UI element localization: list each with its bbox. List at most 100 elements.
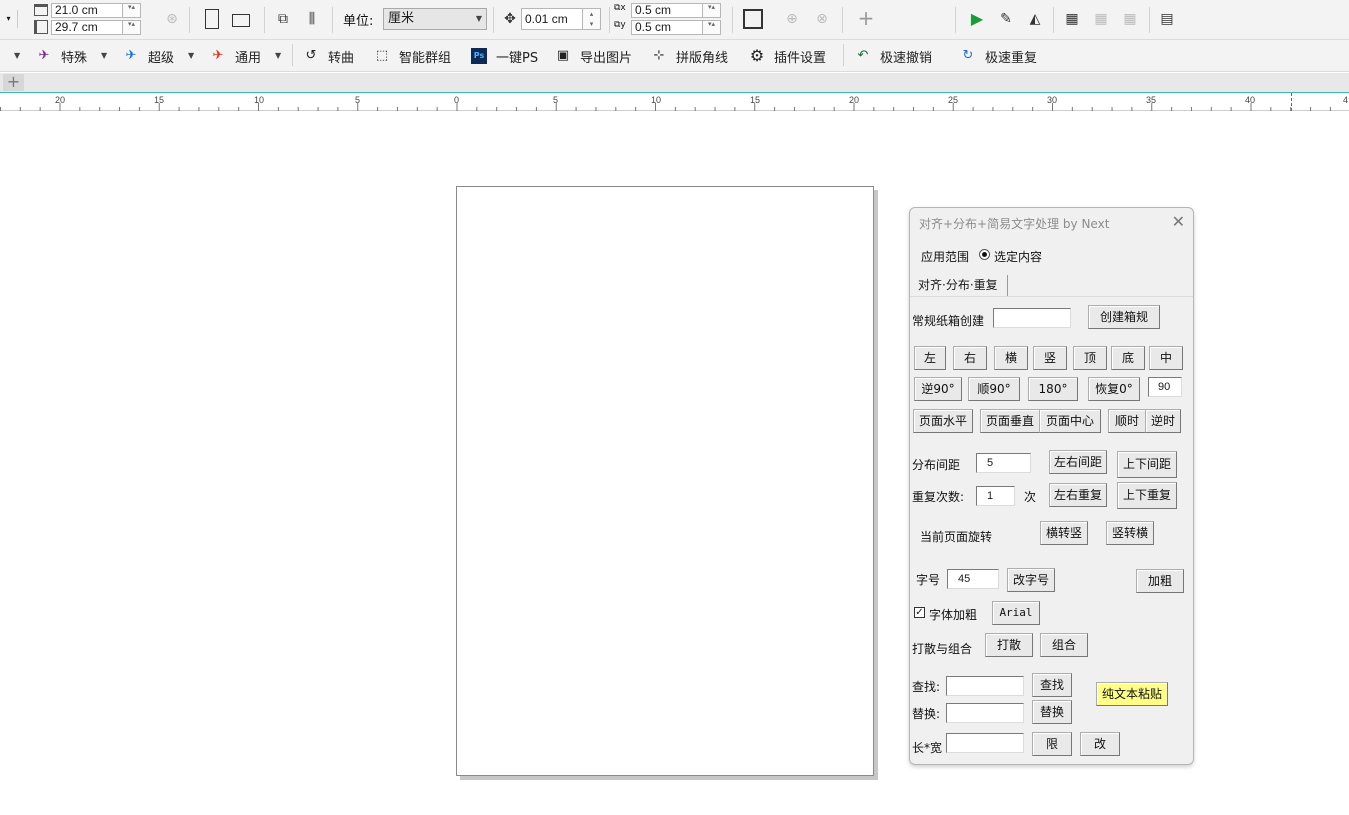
page-horizontal-button[interactable]: 页面水平 — [913, 409, 973, 433]
fast-undo-button[interactable]: ↶ 极速撤销 — [855, 47, 932, 66]
window-icon[interactable]: ▤ — [1158, 10, 1176, 28]
counterclockwise-button[interactable]: 逆时 — [1145, 409, 1181, 433]
rotate-180-button[interactable]: 180° — [1028, 377, 1078, 401]
align-horizontal-button[interactable]: 横 — [994, 346, 1028, 370]
lr-repeat-button[interactable]: 左右重复 — [1049, 483, 1107, 507]
align-bottom-button[interactable]: 底 — [1111, 346, 1145, 370]
page-rotate-label: 当前页面旋转 — [920, 530, 993, 544]
clockwise-button[interactable]: 顺时 — [1108, 409, 1146, 433]
box-spec-input[interactable] — [993, 308, 1071, 328]
units-select[interactable]: 厘米 ▼ — [383, 8, 487, 30]
rotate-reset-button[interactable]: 恢复0° — [1088, 377, 1140, 401]
find-button[interactable]: 查找 — [1032, 673, 1072, 697]
edit-script-icon[interactable]: ✎ — [997, 10, 1015, 28]
super-menu[interactable]: ✈ 超级 — [123, 47, 174, 66]
page-sheet[interactable] — [456, 186, 874, 776]
horizontal-ruler[interactable]: 20 15 10 5 0 5 10 15 20 25 30 35 40 4 — [0, 92, 1349, 111]
fast-redo-button[interactable]: ↻ 极速重复 — [960, 47, 1037, 66]
page-width-stepper[interactable]: ▾▴ — [123, 3, 141, 18]
export-image-button[interactable]: ▣ 导出图片 — [555, 47, 633, 66]
change-size-button[interactable]: 改 — [1080, 732, 1120, 756]
script-manager-icon[interactable]: ◭ — [1026, 10, 1044, 28]
align-top-button[interactable]: 顶 — [1073, 346, 1107, 370]
radio-dot-icon — [982, 252, 987, 257]
export-image-label: 导出图片 — [580, 50, 633, 66]
ud-repeat-button[interactable]: 上下重复 — [1117, 482, 1177, 509]
frame-icon[interactable] — [743, 9, 763, 29]
spacing-input[interactable]: 5 — [976, 453, 1031, 473]
nudge-stepper[interactable]: ▴ ▾ — [583, 8, 601, 30]
align-right-button[interactable]: 右 — [953, 346, 987, 370]
chevron-down-icon[interactable]: ▼ — [101, 51, 107, 60]
replace-label: 替换: — [912, 707, 941, 721]
bold-checkbox[interactable]: ✓ — [914, 607, 925, 618]
convert-to-curves-button[interactable]: ↺ 转曲 — [303, 47, 354, 66]
portrait-to-landscape-button[interactable]: 竖转横 — [1106, 521, 1154, 545]
add-document-icon[interactable]: + — [3, 74, 24, 91]
group-button[interactable]: 组合 — [1040, 633, 1088, 657]
find-label: 查找: — [912, 680, 941, 694]
limit-button[interactable]: 限 — [1032, 732, 1072, 756]
align-center-button[interactable]: 中 — [1149, 346, 1183, 370]
one-click-ps-button[interactable]: Ps 一键PS — [471, 47, 538, 66]
special-menu[interactable]: ✈ 特殊 — [36, 47, 87, 66]
rotate-ccw-90-button[interactable]: 逆90° — [914, 377, 962, 401]
plain-text-paste-button[interactable]: 纯文本粘贴 — [1096, 682, 1168, 706]
bold-button[interactable]: 加粗 — [1136, 569, 1184, 593]
run-icon[interactable]: ▶ — [968, 10, 986, 28]
chevron-down-icon[interactable]: ▼ — [14, 51, 20, 60]
plugin-settings-button[interactable]: ⚙ 插件设置 — [749, 47, 826, 66]
general-menu[interactable]: ✈ 通用 — [210, 47, 261, 66]
nudge-field[interactable]: 0.01 cm — [521, 8, 583, 30]
disabled-tool-2-icon[interactable]: ⊗ — [813, 10, 831, 28]
record-icon[interactable]: ▦ — [1063, 10, 1081, 28]
align-left-button[interactable]: 左 — [914, 346, 946, 370]
chevron-down-icon[interactable]: ▼ — [275, 51, 281, 60]
page-width-field[interactable]: 21.0 cm — [51, 3, 123, 18]
page-center-button[interactable]: 页面中心 — [1039, 409, 1101, 433]
landscape-icon[interactable] — [232, 14, 250, 27]
disabled-tool-1-icon[interactable]: ⊕ — [783, 10, 801, 28]
smart-group-button[interactable]: ⬚ 智能群组 — [374, 47, 452, 66]
ud-spacing-button[interactable]: 上下间距 — [1117, 451, 1177, 478]
document-tab-strip: + — [0, 73, 1349, 92]
close-icon[interactable]: ✕ — [1172, 212, 1185, 231]
portrait-icon[interactable] — [205, 9, 219, 29]
chevron-down-icon[interactable]: ▼ — [188, 51, 194, 60]
add-icon[interactable]: + — [857, 8, 875, 28]
all-pages-icon[interactable]: ⧉ — [274, 10, 292, 28]
repeat-input[interactable]: 1 — [976, 486, 1015, 506]
page-height-stepper[interactable]: ▾▴ — [123, 20, 141, 35]
duplicate-x-stepper[interactable]: ▾▴ — [703, 3, 721, 18]
duplicate-y-field[interactable]: 0.5 cm — [631, 20, 703, 35]
lr-spacing-button[interactable]: 左右间距 — [1049, 450, 1107, 474]
dropdown-arrow-icon[interactable]: ▾ — [0, 10, 18, 28]
font-size-input[interactable]: 45 — [947, 569, 999, 589]
duplicate-x-field[interactable]: 0.5 cm — [631, 3, 703, 18]
imposition-marks-button[interactable]: ⊹ 拼版角线 — [651, 47, 728, 66]
page-vertical-button[interactable]: 页面垂直 — [980, 409, 1040, 433]
current-page-icon[interactable]: ⫼ — [303, 10, 321, 28]
tab-align-distribute-repeat[interactable]: 对齐·分布·重复 — [914, 275, 1008, 297]
rotate-cw-90-button[interactable]: 顺90° — [968, 377, 1020, 401]
align-vertical-button[interactable]: 竖 — [1033, 346, 1067, 370]
break-apart-button[interactable]: 打散 — [985, 633, 1033, 657]
smart-group-label: 智能群组 — [399, 50, 452, 66]
crop-marks-icon: ⊹ — [653, 48, 665, 63]
font-select-button[interactable]: Arial — [992, 601, 1040, 625]
rotate-angle-input[interactable]: 90 — [1148, 377, 1182, 397]
create-box-button[interactable]: 创建箱规 — [1088, 305, 1160, 329]
transform-icon[interactable]: ⊛ — [163, 10, 181, 28]
landscape-to-portrait-button[interactable]: 横转竖 — [1040, 521, 1088, 545]
change-font-size-button[interactable]: 改字号 — [1007, 568, 1055, 592]
stop-record-icon[interactable]: ▦ — [1092, 10, 1110, 28]
replace-input[interactable] — [946, 703, 1024, 723]
size-input[interactable] — [946, 733, 1024, 753]
replace-button[interactable]: 替换 — [1032, 700, 1072, 724]
find-input[interactable] — [946, 676, 1024, 696]
pause-record-icon[interactable]: ▦ — [1121, 10, 1139, 28]
page-height-field[interactable]: 29.7 cm — [51, 20, 123, 35]
special-icon: ✈ — [38, 48, 50, 63]
scope-radio[interactable] — [979, 249, 990, 260]
duplicate-y-stepper[interactable]: ▾▴ — [703, 20, 721, 35]
